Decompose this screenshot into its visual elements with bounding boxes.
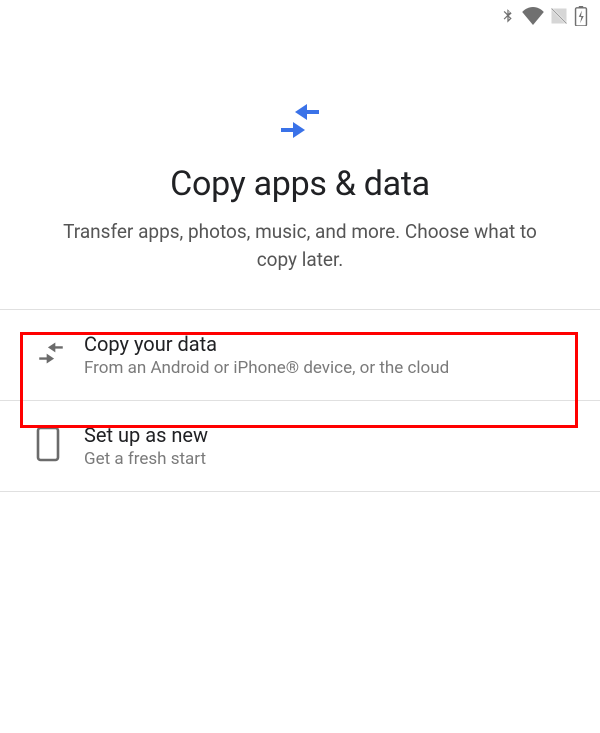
option-copy-your-data[interactable]: Copy your data From an Android or iPhone… <box>0 309 600 400</box>
option-copy-subtitle: From an Android or iPhone® device, or th… <box>84 358 568 378</box>
signal-disabled-icon <box>550 7 568 25</box>
options-list: Copy your data From an Android or iPhone… <box>0 309 600 492</box>
page-title: Copy apps & data <box>0 164 600 204</box>
status-bar <box>0 0 600 28</box>
bluetooth-icon <box>500 6 516 26</box>
transfer-hero-icon <box>0 100 600 142</box>
phone-outline-icon <box>36 426 60 466</box>
battery-charging-icon <box>574 6 588 26</box>
page-subtitle: Transfer apps, photos, music, and more. … <box>48 218 552 273</box>
option-new-subtitle: Get a fresh start <box>84 449 568 469</box>
transfer-arrows-icon <box>36 340 66 370</box>
wifi-icon <box>522 7 544 25</box>
option-set-up-as-new[interactable]: Set up as new Get a fresh start <box>0 400 600 492</box>
option-copy-title: Copy your data <box>84 332 568 356</box>
option-new-title: Set up as new <box>84 423 568 447</box>
